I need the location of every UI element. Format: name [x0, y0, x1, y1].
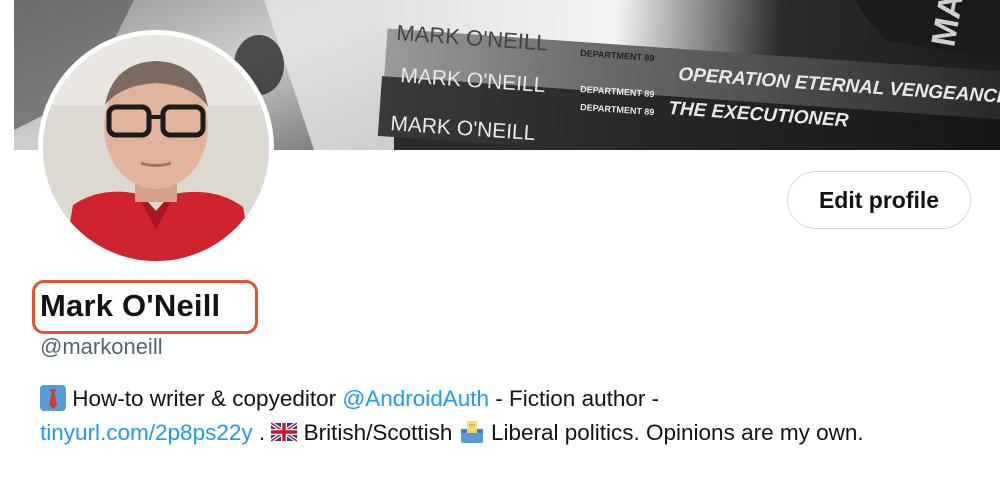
bio-text-2: - Fiction author -	[489, 386, 660, 411]
profile-bio: How-to writer & copyeditor @AndroidAuth …	[40, 382, 950, 450]
bio-text-1: How-to writer & copyeditor	[72, 386, 343, 411]
tinyurl-link[interactable]: tinyurl.com/2p8ps22y	[40, 420, 253, 445]
ballot-box-icon	[460, 421, 483, 443]
edit-profile-button[interactable]: Edit profile	[787, 171, 971, 229]
bio-text-4: British/Scottish	[297, 420, 459, 445]
uk-flag-icon	[271, 421, 298, 443]
left-border	[0, 0, 14, 490]
mention-androidauth-link[interactable]: @AndroidAuth	[342, 386, 489, 411]
bio-text-3: .	[252, 420, 272, 445]
profile-name: Mark O'Neill	[40, 288, 221, 323]
bio-text-5: Liberal politics. Opinions are my own.	[484, 420, 864, 445]
profile-handle: @markoneill	[40, 334, 163, 359]
avatar[interactable]	[38, 30, 274, 266]
avatar-photo	[43, 35, 269, 261]
necktie-icon	[40, 385, 66, 411]
